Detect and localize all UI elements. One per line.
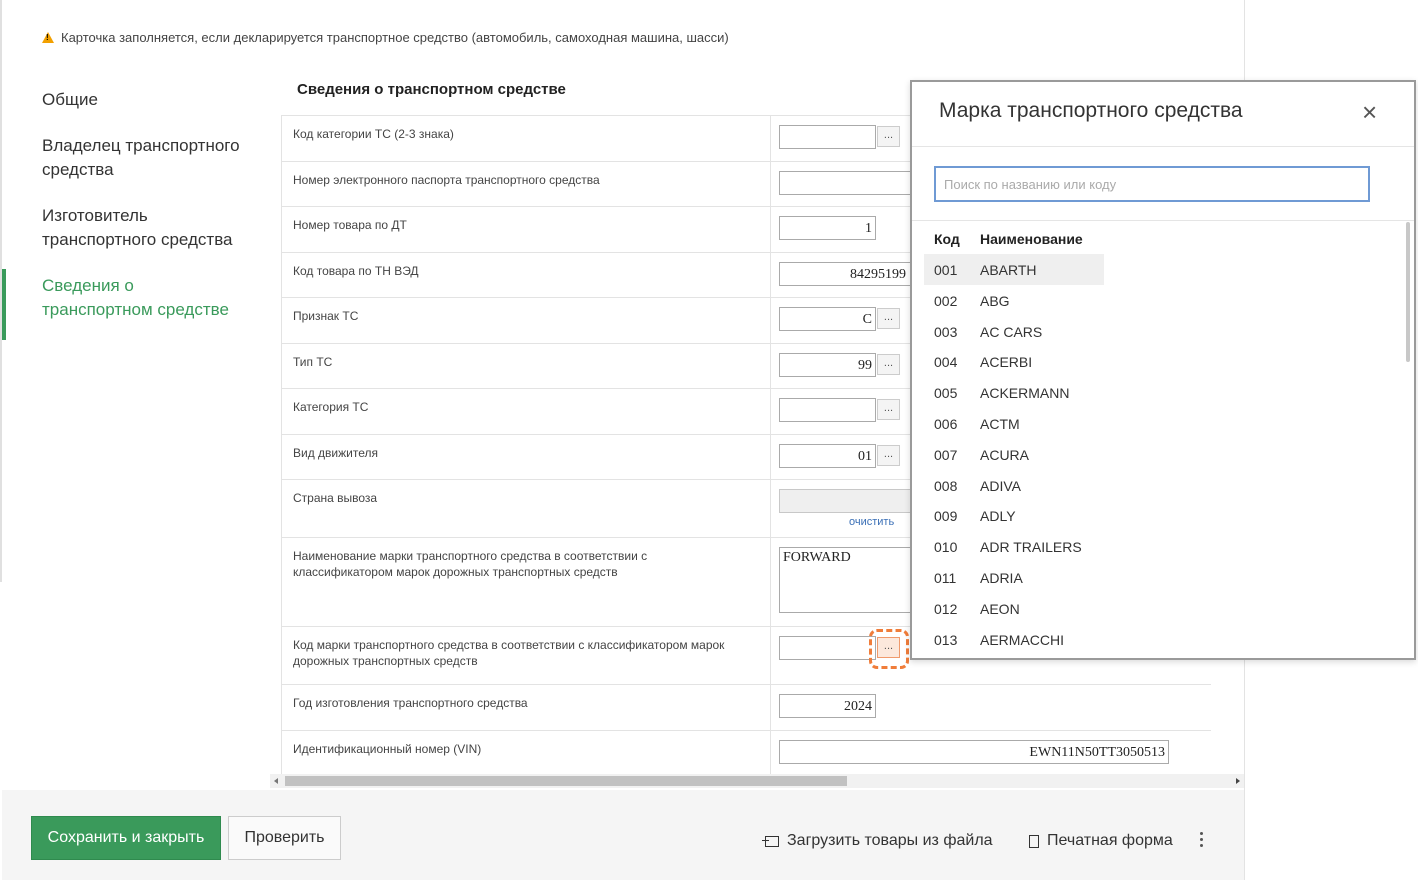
more-menu-icon[interactable] — [1200, 832, 1204, 847]
list-item[interactable]: 013 AERMACCHI — [924, 624, 1404, 655]
upload-icon — [762, 835, 779, 847]
brand-picker-dialog: Марка транспортного средства × Код Наиме… — [910, 80, 1416, 660]
scrollbar-thumb[interactable] — [285, 776, 847, 786]
engine-type-lookup-button[interactable]: ... — [877, 445, 900, 466]
search-input[interactable] — [934, 166, 1370, 202]
field-label: Код категории ТС (2-3 знака) — [282, 116, 771, 161]
engine-type-input[interactable] — [779, 444, 876, 468]
dialog-title: Марка транспортного средства — [939, 99, 1243, 122]
export-country-input — [779, 489, 929, 513]
divider — [912, 146, 1414, 147]
section-nav: Общие Владелец транспортного средства Из… — [0, 86, 270, 342]
vehicle-attribute-input[interactable] — [779, 307, 876, 331]
field-label: Номер электронного паспорта транспортног… — [282, 162, 771, 206]
column-name-header: Наименование — [980, 231, 1083, 247]
save-and-close-button[interactable]: Сохранить и закрыть — [31, 816, 221, 860]
nav-item-general[interactable]: Общие — [0, 86, 240, 112]
brand-name-textarea[interactable]: FORWARD — [779, 547, 929, 613]
print-form-link[interactable]: Печатная форма — [1029, 832, 1173, 850]
column-code-header: Код — [934, 231, 960, 247]
nav-item-owner[interactable]: Владелец транспортного средства — [0, 132, 240, 182]
list-item[interactable]: 007 ACURA — [924, 439, 1404, 470]
category-code-lookup-button[interactable]: ... — [877, 126, 900, 147]
footer-toolbar: Сохранить и закрыть Проверить Загрузить … — [2, 790, 1244, 880]
print-icon — [1029, 834, 1039, 848]
field-label: Тип ТС — [282, 344, 771, 388]
vehicle-attribute-lookup-button[interactable]: ... — [877, 308, 900, 329]
notice: Карточка заполняется, если декларируется… — [42, 30, 729, 45]
close-icon[interactable]: × — [1362, 99, 1377, 125]
warning-icon — [42, 32, 54, 43]
section-title: Сведения о транспортном средстве — [297, 81, 566, 98]
field-label: Наименование марки транспортного средств… — [282, 538, 771, 626]
field-label: Год изготовления транспортного средства — [282, 685, 771, 730]
notice-text: Карточка заполняется, если декларируется… — [61, 30, 729, 45]
form-row: Идентификационный номер (VIN) — [281, 731, 1211, 776]
year-input[interactable] — [779, 694, 876, 718]
field-label: Код марки транспортного средства в соотв… — [282, 627, 771, 684]
list-item[interactable]: 001 ABARTH — [924, 254, 1104, 285]
field-label: Код товара по ТН ВЭД — [282, 253, 771, 297]
field-label: Вид движителя — [282, 435, 771, 479]
upload-items-link[interactable]: Загрузить товары из файла — [762, 832, 993, 850]
list-item[interactable]: 012 AEON — [924, 593, 1404, 624]
field-label: Категория ТС — [282, 389, 771, 434]
brand-list: 001 ABARTH 002 ABG 003 AC CARS 004 ACERBI 00… — [924, 254, 1404, 654]
vehicle-category-lookup-button[interactable]: ... — [877, 399, 900, 420]
scroll-left-icon[interactable] — [274, 778, 278, 784]
horizontal-scrollbar[interactable] — [270, 774, 1244, 788]
list-item[interactable]: 011 ADRIA — [924, 562, 1404, 593]
field-label: Признак ТС — [282, 298, 771, 343]
vehicle-type-input[interactable] — [779, 353, 876, 377]
item-number-input[interactable] — [779, 216, 876, 240]
vin-input[interactable] — [779, 740, 1169, 764]
vertical-scrollbar[interactable] — [1406, 222, 1412, 658]
hs-code-input[interactable] — [779, 262, 929, 286]
list-item[interactable]: 004 ACERBI — [924, 346, 1404, 377]
list-item[interactable]: 003 AC CARS — [924, 316, 1404, 347]
upload-label: Загрузить товары из файла — [787, 832, 993, 849]
highlight-frame — [869, 629, 909, 669]
form-row: Год изготовления транспортного средства — [281, 685, 1211, 731]
check-button[interactable]: Проверить — [228, 816, 341, 860]
print-label: Печатная форма — [1047, 832, 1173, 849]
field-label: Страна вывоза — [282, 480, 771, 537]
nav-item-manufacturer[interactable]: Изготовитель транспортного средства — [0, 202, 240, 252]
list-item[interactable]: 002 ABG — [924, 285, 1404, 316]
list-item[interactable]: 008 ADIVA — [924, 470, 1404, 501]
scrollbar-thumb[interactable] — [1406, 222, 1410, 362]
clear-link[interactable]: очистить — [849, 516, 894, 528]
field-label: Номер товара по ДТ — [282, 207, 771, 252]
vehicle-type-lookup-button[interactable]: ... — [877, 354, 900, 375]
divider — [912, 220, 1414, 221]
scroll-right-icon[interactable] — [1236, 778, 1240, 784]
nav-item-vehicle-info[interactable]: Сведения о транспортном средстве — [0, 269, 240, 340]
brand-code-input[interactable] — [779, 636, 876, 660]
epassport-input[interactable] — [779, 171, 929, 195]
list-item[interactable]: 005 ACKERMANN — [924, 377, 1404, 408]
category-code-input[interactable] — [779, 125, 876, 149]
list-item[interactable]: 010 ADR TRAILERS — [924, 531, 1404, 562]
list-item[interactable]: 009 ADLY — [924, 500, 1404, 531]
list-item[interactable]: 006 ACTM — [924, 408, 1404, 439]
field-label: Идентификационный номер (VIN) — [282, 731, 771, 775]
vehicle-category-input[interactable] — [779, 398, 876, 422]
